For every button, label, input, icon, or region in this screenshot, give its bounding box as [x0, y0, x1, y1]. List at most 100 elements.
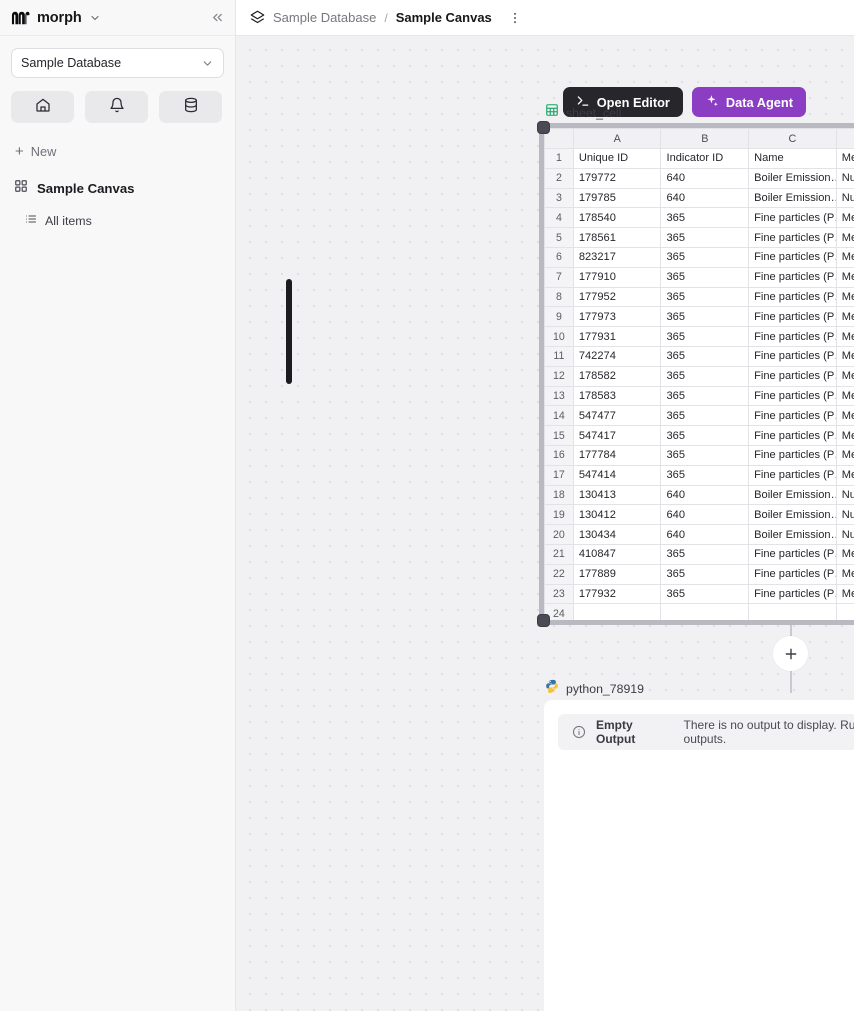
- table-row[interactable]: 12178582365Fine particles (P…Meanmcg/m3U…: [544, 365, 854, 387]
- table-row[interactable]: 24: [544, 603, 854, 620]
- table-cell[interactable]: 365: [660, 563, 750, 585]
- table-cell[interactable]: Mean: [835, 444, 854, 466]
- table-cell[interactable]: Boiler Emission…: [748, 484, 837, 506]
- table-cell[interactable]: Mean: [835, 326, 854, 347]
- row-header[interactable]: 8: [544, 286, 574, 308]
- table-cell[interactable]: 365: [660, 425, 750, 446]
- table-row[interactable]: 21410847365Fine particles (P…Meanmcg/m3U…: [544, 543, 854, 565]
- table-cell[interactable]: Fine particles (P…: [748, 246, 837, 268]
- table-cell[interactable]: Fine particles (P…: [748, 425, 837, 446]
- row-header[interactable]: 13: [544, 385, 574, 407]
- table-cell[interactable]: 177931: [572, 326, 662, 347]
- row-header[interactable]: 17: [544, 464, 574, 486]
- table-cell[interactable]: 178540: [572, 207, 662, 229]
- table-row[interactable]: 8177952365Fine particles (P…Meanmcg/m3UH…: [544, 286, 854, 308]
- row-header[interactable]: 9: [544, 306, 574, 328]
- home-button[interactable]: [11, 91, 74, 123]
- row-header[interactable]: 2: [544, 167, 574, 189]
- table-cell[interactable]: 177784: [572, 444, 662, 466]
- table-cell[interactable]: Fine particles (P…: [748, 405, 837, 427]
- table-cell[interactable]: 410847: [572, 543, 662, 565]
- sheet-viewport[interactable]: A B C D E 1Unique IDIndicator IDNameMeas…: [544, 128, 854, 620]
- table-cell[interactable]: 177889: [572, 563, 662, 585]
- table-cell[interactable]: Fine particles (P…: [748, 345, 837, 367]
- table-cell[interactable]: 742274: [572, 345, 662, 367]
- table-cell[interactable]: Fine particles (P…: [748, 385, 837, 407]
- table-row[interactable]: 2179772640Boiler Emission…Number per km2…: [544, 167, 854, 189]
- table-cell[interactable]: Mean: [835, 306, 854, 328]
- table-cell[interactable]: Mean: [835, 543, 854, 565]
- row-header[interactable]: 12: [544, 365, 574, 387]
- table-cell[interactable]: Boiler Emission…: [748, 167, 837, 189]
- table-cell[interactable]: 365: [660, 246, 750, 268]
- table-cell[interactable]: 178561: [572, 227, 662, 248]
- table-cell[interactable]: 365: [660, 543, 750, 565]
- table-row[interactable]: 23177932365Fine particles (P…Meanmcg/m3U…: [544, 583, 854, 605]
- table-cell[interactable]: 365: [660, 583, 750, 605]
- table-cell[interactable]: Fine particles (P…: [748, 365, 837, 387]
- table-cell[interactable]: Fine particles (P…: [748, 444, 837, 466]
- table-cell[interactable]: 178583: [572, 385, 662, 407]
- table-cell[interactable]: Fine particles (P…: [748, 266, 837, 288]
- row-header[interactable]: 20: [544, 524, 574, 545]
- table-cell[interactable]: 365: [660, 326, 750, 347]
- sheet-node-label[interactable]: sheet_cell: [545, 103, 621, 122]
- new-button[interactable]: + New: [11, 140, 224, 163]
- table-cell[interactable]: Mean: [835, 246, 854, 268]
- resize-handle-bottom-left[interactable]: [537, 614, 550, 627]
- breadcrumb-current[interactable]: Sample Canvas: [396, 10, 492, 25]
- table-cell[interactable]: Fine particles (P…: [748, 207, 837, 229]
- table-row[interactable]: 14547477365Fine particles (P…Meanmcg/m3U…: [544, 405, 854, 427]
- table-cell[interactable]: Fine particles (P…: [748, 227, 837, 248]
- table-row[interactable]: 13178583365Fine particles (P…Meanmcg/m3U…: [544, 385, 854, 407]
- table-cell[interactable]: Fine particles (P…: [748, 326, 837, 347]
- table-cell[interactable]: 365: [660, 464, 750, 486]
- resize-handle-top-left[interactable]: [537, 121, 550, 134]
- table-cell[interactable]: 177952: [572, 286, 662, 308]
- table-cell[interactable]: 130434: [572, 524, 662, 545]
- table-cell[interactable]: Mean: [835, 425, 854, 446]
- breadcrumb-parent[interactable]: Sample Database: [273, 10, 376, 25]
- table-cell[interactable]: 640: [660, 484, 750, 506]
- table-cell[interactable]: 365: [660, 286, 750, 308]
- table-cell[interactable]: Mean: [835, 227, 854, 248]
- row-header[interactable]: 7: [544, 266, 574, 288]
- database-select[interactable]: Sample Database: [11, 48, 224, 78]
- table-cell[interactable]: Number per km2: [835, 167, 854, 189]
- table-cell[interactable]: 640: [660, 167, 750, 189]
- row-header[interactable]: 19: [544, 504, 574, 526]
- table-cell[interactable]: Mean: [835, 365, 854, 387]
- table-cell[interactable]: 365: [660, 444, 750, 466]
- canvas-vertical-scrollbar[interactable]: [286, 279, 292, 384]
- python-node-label[interactable]: python_78919: [545, 679, 644, 698]
- table-row[interactable]: 5178561365Fine particles (P…Meanmcg/m3UH…: [544, 227, 854, 248]
- table-cell[interactable]: Measure: [835, 148, 854, 169]
- row-header[interactable]: 10: [544, 326, 574, 347]
- python-output-panel[interactable]: Empty Output There is no output to displ…: [544, 700, 854, 1011]
- sidebar-item-all-items[interactable]: All items: [11, 212, 224, 230]
- table-cell[interactable]: Number per km2: [835, 187, 854, 209]
- table-cell[interactable]: 365: [660, 405, 750, 427]
- column-header-d[interactable]: D: [835, 128, 854, 149]
- table-cell[interactable]: 178582: [572, 365, 662, 387]
- table-cell[interactable]: 177973: [572, 306, 662, 328]
- table-row[interactable]: 22177889365Fine particles (P…Meanmcg/m3U…: [544, 563, 854, 585]
- table-cell[interactable]: Number per km2: [835, 484, 854, 506]
- table-cell[interactable]: Name: [748, 148, 837, 169]
- table-row[interactable]: 11742274365Fine particles (P…Meanmcg/m3U…: [544, 345, 854, 367]
- sidebar-item-sample-canvas[interactable]: Sample Canvas: [11, 177, 224, 200]
- row-header[interactable]: 14: [544, 405, 574, 427]
- table-row[interactable]: 15547417365Fine particles (P…Meanmcg/m3U…: [544, 425, 854, 446]
- table-cell[interactable]: Mean: [835, 207, 854, 229]
- table-row[interactable]: 19130412640Boiler Emission…Number per km…: [544, 504, 854, 526]
- table-row[interactable]: 1Unique IDIndicator IDNameMeasureMeasure…: [544, 148, 854, 169]
- table-cell[interactable]: Fine particles (P…: [748, 286, 837, 308]
- table-cell[interactable]: Mean: [835, 266, 854, 288]
- table-cell[interactable]: 640: [660, 504, 750, 526]
- table-row[interactable]: 20130434640Boiler Emission…Number per km…: [544, 524, 854, 545]
- table-cell[interactable]: Fine particles (P…: [748, 464, 837, 486]
- table-cell[interactable]: 640: [660, 187, 750, 209]
- table-cell[interactable]: Mean: [835, 345, 854, 367]
- table-row[interactable]: 17547414365Fine particles (P…Meanmcg/m3U…: [544, 464, 854, 486]
- add-node-button[interactable]: [773, 636, 808, 671]
